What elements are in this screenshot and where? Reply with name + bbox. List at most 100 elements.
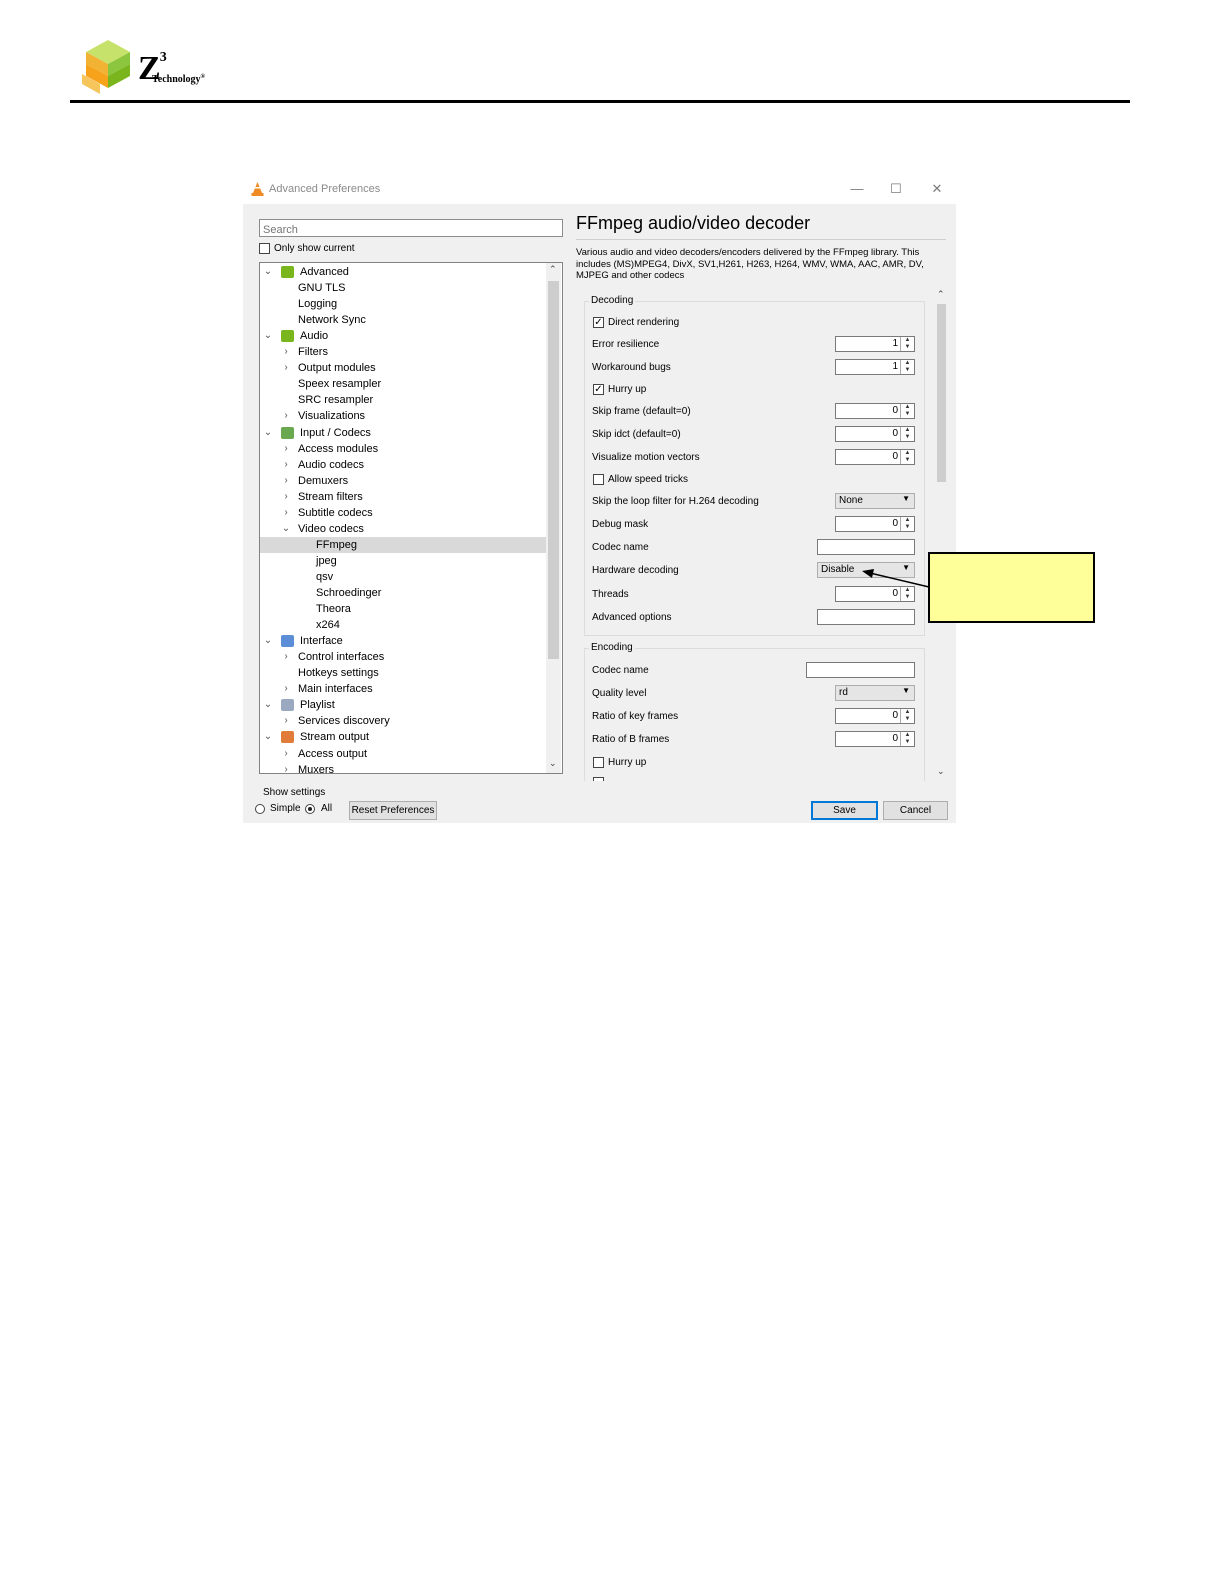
workaround-bugs-spinbox[interactable]: 1 ▲ ▼ [835, 359, 915, 375]
chevron-right-icon[interactable]: › [281, 344, 291, 360]
tree-item[interactable]: FFmpeg [260, 536, 546, 553]
error-resilience-spinbox[interactable]: 1 ▲ ▼ [835, 336, 915, 352]
spin-arrows-icon[interactable]: ▲ ▼ [900, 404, 914, 418]
tree-item[interactable]: qsv [260, 569, 546, 585]
maximize-button[interactable]: ☐ [888, 181, 904, 197]
tree-item[interactable]: Logging [260, 296, 546, 312]
tree-item[interactable]: › Filters [260, 344, 546, 360]
chevron-right-icon[interactable]: › [281, 746, 291, 762]
close-button[interactable]: ✕ [929, 181, 945, 197]
visualize-motion-vectors-value: 0 [892, 451, 898, 462]
chevron-right-icon[interactable]: › [281, 408, 291, 424]
tree-item[interactable]: Theora [260, 601, 546, 617]
chevron-right-icon[interactable]: › [281, 505, 291, 521]
tree-item[interactable]: GNU TLS [260, 280, 546, 296]
spin-arrows-icon[interactable]: ▲ ▼ [900, 360, 914, 374]
spin-arrows-icon[interactable]: ▲ ▼ [900, 517, 914, 531]
allow-speed-tricks-checkbox[interactable] [593, 474, 604, 485]
tree-item[interactable]: Schroedinger [260, 585, 546, 601]
skip-loop-filter-dropdown[interactable]: None ▼ [835, 493, 915, 509]
chevron-down-icon[interactable]: ⌄ [263, 697, 273, 713]
spin-arrows-icon[interactable]: ▲ ▼ [900, 732, 914, 746]
chevron-right-icon[interactable]: › [281, 762, 291, 773]
cancel-button[interactable]: Cancel [883, 801, 948, 820]
tree-scroll-down-icon[interactable]: ⌄ [549, 758, 557, 769]
callout-arrow [862, 569, 930, 588]
spin-arrows-icon[interactable]: ▲ ▼ [900, 427, 914, 441]
chevron-right-icon[interactable]: › [281, 681, 291, 697]
tree-item[interactable]: › Access modules [260, 441, 546, 457]
enc-hurry-up-checkbox[interactable] [593, 757, 604, 768]
direct-rendering-checkbox[interactable]: ✓ [593, 317, 604, 328]
search-input[interactable] [260, 222, 556, 238]
tree-scrollbar-thumb[interactable] [548, 281, 559, 659]
tree-item[interactable]: › Visualizations [260, 408, 546, 424]
partial-checkbox[interactable] [593, 777, 604, 781]
hurry-up-checkbox[interactable]: ✓ [593, 384, 604, 395]
chevron-right-icon[interactable]: › [281, 457, 291, 473]
simple-radio[interactable] [255, 804, 265, 814]
tree-item[interactable]: Speex resampler [260, 376, 546, 392]
tree-item[interactable]: › Demuxers [260, 473, 546, 489]
chevron-right-icon[interactable]: › [281, 441, 291, 457]
tree-item[interactable]: › Output modules [260, 360, 546, 376]
tree-item[interactable]: SRC resampler [260, 392, 546, 408]
tree-item[interactable]: ⌄ Playlist [260, 697, 546, 713]
tree-item[interactable]: › Subtitle codecs [260, 505, 546, 521]
panel-scrollbar-thumb[interactable] [937, 304, 946, 482]
reset-preferences-button[interactable]: Reset Preferences [349, 801, 437, 820]
panel-scroll-down-icon[interactable]: ⌄ [937, 766, 945, 777]
tree-item[interactable]: ⌄ Audio [260, 328, 546, 344]
tree-item[interactable]: jpeg [260, 553, 546, 569]
tree-scroll-up-icon[interactable]: ⌃ [549, 264, 557, 275]
chevron-right-icon[interactable]: › [281, 713, 291, 729]
chevron-down-icon[interactable]: ⌄ [263, 328, 273, 344]
tree-item-label: Access output [298, 747, 368, 760]
tree-item[interactable]: ⌄ Advanced [260, 264, 546, 280]
spin-arrows-icon[interactable]: ▲ ▼ [900, 450, 914, 464]
tree-item[interactable]: ⌄ Video codecs [260, 521, 546, 537]
tree-item[interactable]: › Muxers [260, 762, 546, 773]
tree-item[interactable]: › Audio codecs [260, 457, 546, 473]
tree-item[interactable]: ⌄ Interface [260, 633, 546, 649]
chevron-down-icon[interactable]: ⌄ [281, 521, 291, 537]
tree-item[interactable]: › Main interfaces [260, 681, 546, 697]
search-box[interactable] [259, 219, 563, 238]
codec-name-input[interactable] [817, 539, 915, 555]
all-radio[interactable] [305, 804, 315, 814]
ratio-b-frames-spinbox[interactable]: 0 ▲ ▼ [835, 731, 915, 747]
tree-item[interactable]: › Services discovery [260, 713, 546, 729]
chevron-down-icon[interactable]: ⌄ [263, 425, 273, 441]
tree-item[interactable]: › Stream filters [260, 489, 546, 505]
chevron-right-icon[interactable]: › [281, 489, 291, 505]
chevron-right-icon[interactable]: › [281, 360, 291, 376]
quality-level-dropdown[interactable]: rd ▼ [835, 685, 915, 701]
tree-item[interactable]: Network Sync [260, 312, 546, 328]
tree-item[interactable]: ⌄ Stream output [260, 729, 546, 745]
chevron-down-icon[interactable]: ⌄ [263, 264, 273, 280]
only-show-current-checkbox[interactable] [259, 243, 270, 254]
advanced-options-input[interactable] [817, 609, 915, 625]
spin-arrows-icon[interactable]: ▲ ▼ [900, 337, 914, 351]
tree-item[interactable]: x264 [260, 617, 546, 633]
tree-item[interactable]: ⌄ Input / Codecs [260, 425, 546, 441]
ratio-key-frames-spinbox[interactable]: 0 ▲ ▼ [835, 708, 915, 724]
skip-idct-spinbox[interactable]: 0 ▲ ▼ [835, 426, 915, 442]
debug-mask-spinbox[interactable]: 0 ▲ ▼ [835, 516, 915, 532]
skip-frame-spinbox[interactable]: 0 ▲ ▼ [835, 403, 915, 419]
visualize-motion-vectors-spinbox[interactable]: 0 ▲ ▼ [835, 449, 915, 465]
tree-item[interactable]: Hotkeys settings [260, 665, 546, 681]
preferences-tree[interactable]: ⌄ Advanced GNU TLS Logging Network Sync ⌄ Audi… [259, 262, 563, 774]
tree-item[interactable]: › Access output [260, 746, 546, 762]
chevron-right-icon[interactable]: › [281, 649, 291, 665]
save-button[interactable]: Save [811, 801, 878, 820]
tree-item[interactable]: › Control interfaces [260, 649, 546, 665]
chevron-down-icon[interactable]: ⌄ [263, 633, 273, 649]
chevron-right-icon[interactable]: › [281, 473, 291, 489]
minimize-button[interactable]: — [849, 181, 865, 196]
tree-item-label: Output modules [298, 362, 376, 375]
chevron-down-icon[interactable]: ⌄ [263, 729, 273, 745]
panel-scroll-up-icon[interactable]: ⌃ [937, 289, 945, 300]
enc-codec-name-input[interactable] [806, 662, 915, 678]
spin-arrows-icon[interactable]: ▲ ▼ [900, 709, 914, 723]
